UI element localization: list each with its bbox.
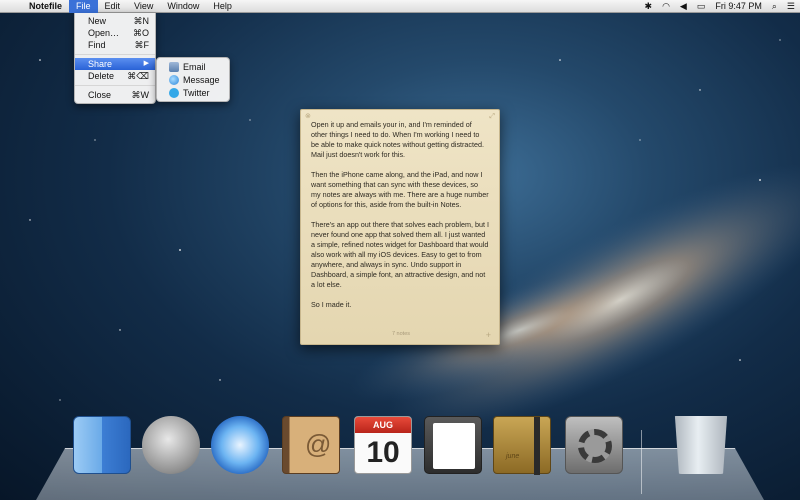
menu-item-label: Share <box>88 59 113 69</box>
menu-edit[interactable]: Edit <box>98 0 128 13</box>
expand-icon[interactable]: ⤢ <box>489 112 495 120</box>
twitter-icon <box>169 87 179 98</box>
dock-divider <box>641 430 642 494</box>
menu-item-find[interactable]: Find ⌘F <box>75 39 155 51</box>
menu-item-new[interactable]: New ⌘N <box>75 15 155 27</box>
finder-icon[interactable] <box>73 416 131 474</box>
share-item-label: Twitter <box>183 87 210 98</box>
trash-icon[interactable] <box>672 416 730 474</box>
note-paragraph: Open it up and emails your in, and I'm r… <box>311 120 485 159</box>
note-paragraph: There's an app out there that solves eac… <box>311 220 489 289</box>
reminders-icon[interactable] <box>424 416 482 474</box>
menu-item-label: Close <box>88 90 112 100</box>
spotlight-icon[interactable]: ⌕ <box>767 0 782 13</box>
file-menu: New ⌘N Open… ⌘O Find ⌘F Share ▶ Delete ⌘… <box>74 13 156 104</box>
volume-icon[interactable]: ◀ <box>675 0 692 13</box>
close-icon[interactable]: ⊗ <box>305 112 311 120</box>
menu-extras: ✱ ◠ ◀ ▭ Fri 9:47 PM ⌕ ☰ <box>640 0 800 13</box>
wifi-icon[interactable]: ◠ <box>657 0 675 13</box>
menu-file[interactable]: File <box>69 0 98 13</box>
note-paragraph: Then the iPhone came along, and the iPad… <box>311 170 489 209</box>
share-item-label: Email <box>183 61 206 72</box>
calendar-day: 10 <box>366 436 400 469</box>
share-item-label: Message <box>183 74 220 85</box>
notefile-icon[interactable]: june <box>493 416 551 475</box>
menu-item-label: New <box>88 16 107 26</box>
safari-icon[interactable] <box>211 416 269 474</box>
menu-separator <box>75 54 155 55</box>
menu-item-shortcut: ⌘W <box>131 90 150 100</box>
menu-item-open[interactable]: Open… ⌘O <box>75 27 155 39</box>
menu-item-shortcut: ⌘O <box>132 28 149 38</box>
calendar-icon[interactable]: AUG 10 <box>354 416 412 474</box>
menu-item-share[interactable]: Share ▶ <box>75 58 155 70</box>
menu-item-delete[interactable]: Delete ⌘⌫ <box>75 70 155 82</box>
share-submenu: Email Message Twitter <box>156 57 230 102</box>
add-note-icon[interactable]: + <box>486 330 491 340</box>
menu-item-label: Find <box>88 40 106 50</box>
menu-separator <box>75 85 155 86</box>
menu-view[interactable]: View <box>127 0 160 13</box>
launchpad-icon[interactable] <box>142 416 200 474</box>
menu-item-shortcut: ⌘F <box>134 40 150 50</box>
menu-item-label: Open… <box>88 28 120 38</box>
menu-item-close[interactable]: Close ⌘W <box>75 89 155 101</box>
message-icon <box>169 74 179 85</box>
bluetooth-icon[interactable]: ✱ <box>640 0 658 13</box>
at-sign-icon: @ <box>305 429 332 459</box>
system-preferences-icon[interactable] <box>565 416 623 474</box>
note-text-area[interactable]: Open it up and emails your in, and I'm r… <box>311 120 489 326</box>
battery-icon[interactable]: ▭ <box>692 0 711 13</box>
calendar-month: AUG <box>355 417 411 433</box>
menu-item-shortcut: ⌘N <box>133 16 150 26</box>
share-item-twitter[interactable]: Twitter <box>157 86 229 99</box>
share-item-message[interactable]: Message <box>157 73 229 86</box>
submenu-arrow-icon: ▶ <box>143 60 149 67</box>
note-controls: ⊗ ⤢ <box>305 112 495 120</box>
menu-window[interactable]: Window <box>160 0 206 13</box>
menu-item-shortcut: ⌘⌫ <box>127 71 149 81</box>
notefile-label: june <box>506 453 520 460</box>
clock[interactable]: Fri 9:47 PM <box>710 0 767 13</box>
email-icon <box>169 61 179 72</box>
menu-item-label: Delete <box>88 71 115 81</box>
menu-bar: Notefile File Edit View Window Help ✱ ◠ … <box>0 0 800 13</box>
gear-icon <box>578 429 612 463</box>
contacts-icon[interactable]: @ <box>282 416 340 474</box>
menu-app-name[interactable]: Notefile <box>22 0 69 13</box>
menu-help[interactable]: Help <box>206 0 239 13</box>
note-widget: ⊗ ⤢ Open it up and emails your in, and I… <box>300 109 500 345</box>
note-paragraph: So I made it. <box>311 300 352 309</box>
note-count: 7 notes <box>391 331 411 337</box>
share-item-email[interactable]: Email <box>157 60 229 73</box>
notification-center-icon[interactable]: ☰ <box>782 0 800 13</box>
